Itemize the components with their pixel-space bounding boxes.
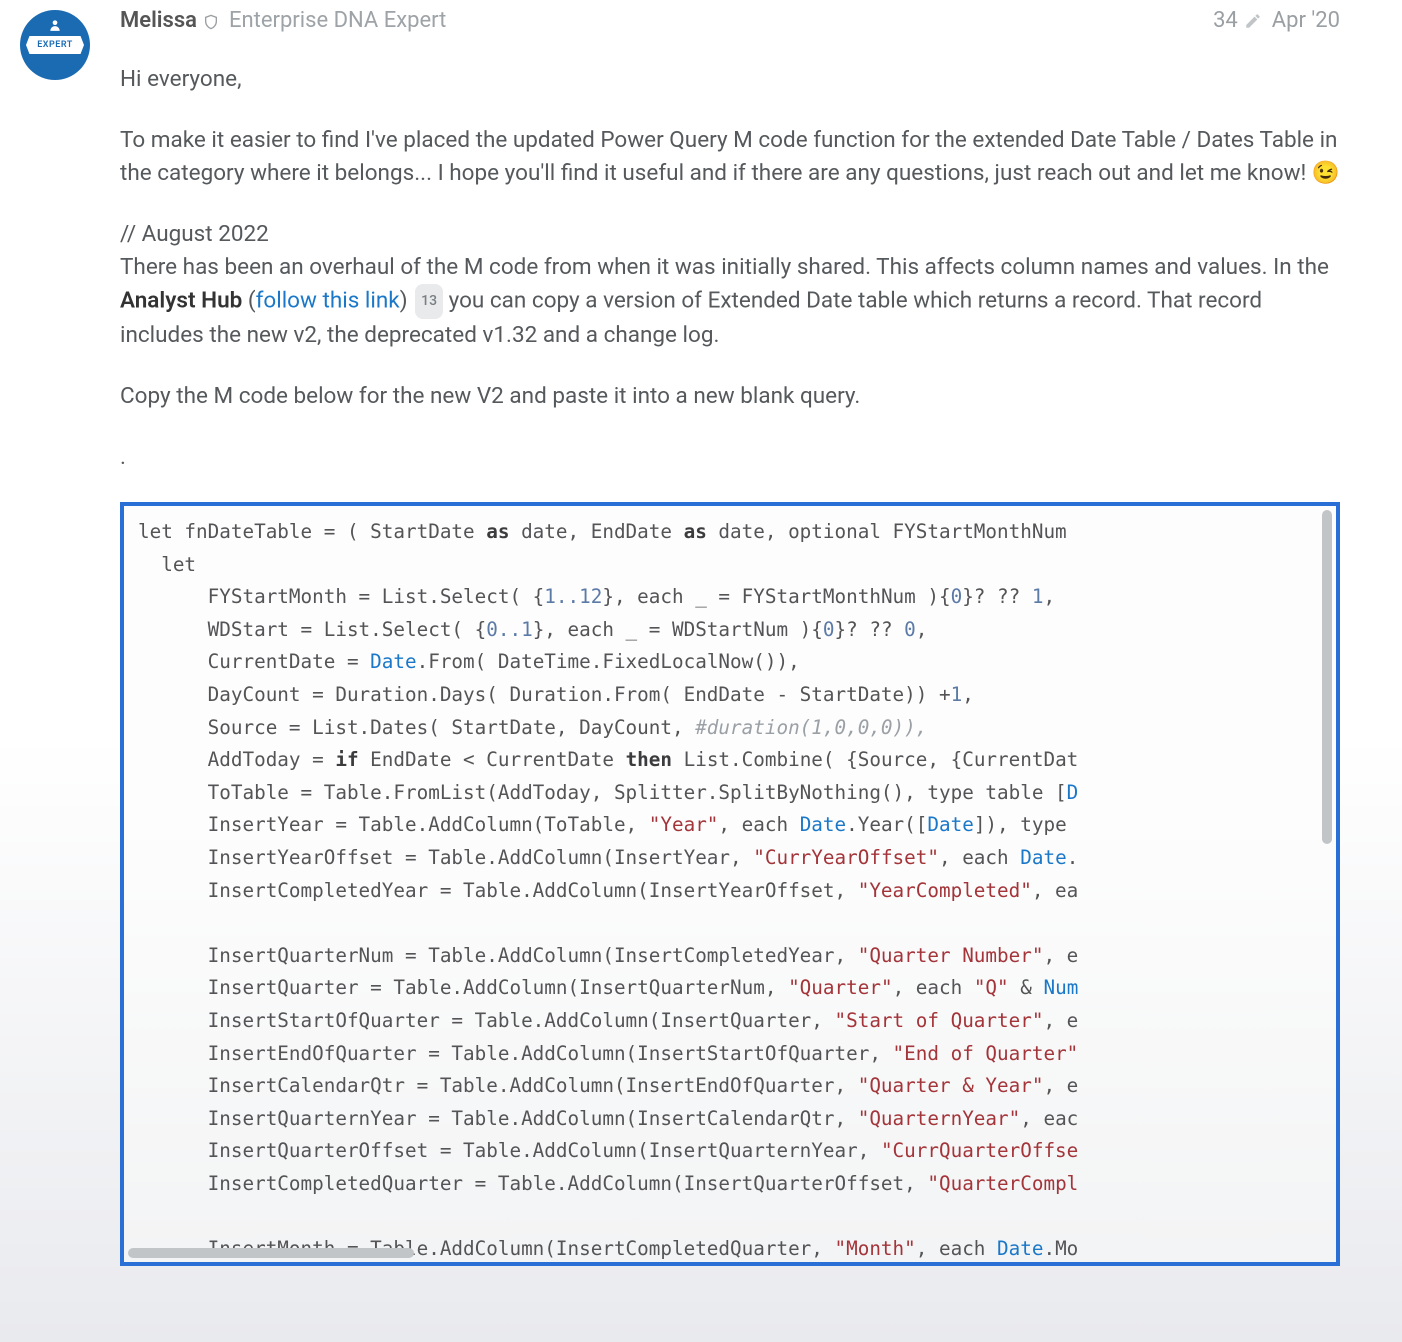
paragraph-update: // August 2022 There has been an overhau… xyxy=(120,218,1340,352)
code-content: let fnDateTable = ( StartDate as date, E… xyxy=(124,506,1336,1262)
post-meta: 34 Apr '20 xyxy=(1213,8,1340,33)
post-date[interactable]: Apr '20 xyxy=(1272,8,1340,33)
update-text-a: There has been an overhaul of the M code… xyxy=(120,254,1329,280)
shield-icon xyxy=(203,13,219,31)
paragraph-intro: To make it easier to find I've placed th… xyxy=(120,124,1340,190)
vertical-scrollbar[interactable] xyxy=(1320,510,1334,1236)
link-click-count[interactable]: 13 xyxy=(415,284,443,319)
avatar-column: EXPERT xyxy=(20,8,90,1266)
author-title: Enterprise DNA Expert xyxy=(229,8,446,33)
pencil-icon xyxy=(1244,12,1262,30)
edit-count-number: 34 xyxy=(1213,8,1238,33)
vertical-scroll-thumb[interactable] xyxy=(1322,510,1332,844)
post-content: Melissa Enterprise DNA Expert 34 Apr '20… xyxy=(120,8,1340,1266)
author-name[interactable]: Melissa xyxy=(120,8,197,33)
post-header: Melissa Enterprise DNA Expert 34 Apr '20 xyxy=(120,8,1340,33)
update-header: // August 2022 xyxy=(120,221,269,247)
code-block: let fnDateTable = ( StartDate as date, E… xyxy=(120,502,1340,1266)
dot: . xyxy=(120,441,1340,474)
code-scroll-area[interactable]: let fnDateTable = ( StartDate as date, E… xyxy=(124,506,1336,1262)
horizontal-scroll-thumb[interactable] xyxy=(128,1248,414,1258)
avatar[interactable]: EXPERT xyxy=(20,10,90,80)
horizontal-scrollbar[interactable] xyxy=(128,1246,1320,1260)
follow-link[interactable]: follow this link xyxy=(256,287,400,313)
greeting: Hi everyone, xyxy=(120,63,1340,96)
avatar-badge: EXPERT xyxy=(26,36,84,54)
post-body: Hi everyone, To make it easier to find I… xyxy=(120,63,1340,1266)
paragraph-copy-instruction: Copy the M code below for the new V2 and… xyxy=(120,380,1340,413)
analyst-hub: Analyst Hub xyxy=(120,287,242,313)
forum-post: EXPERT Melissa Enterprise DNA Expert 34 … xyxy=(0,0,1402,1306)
person-icon xyxy=(48,18,62,32)
edit-count[interactable]: 34 xyxy=(1213,8,1262,33)
